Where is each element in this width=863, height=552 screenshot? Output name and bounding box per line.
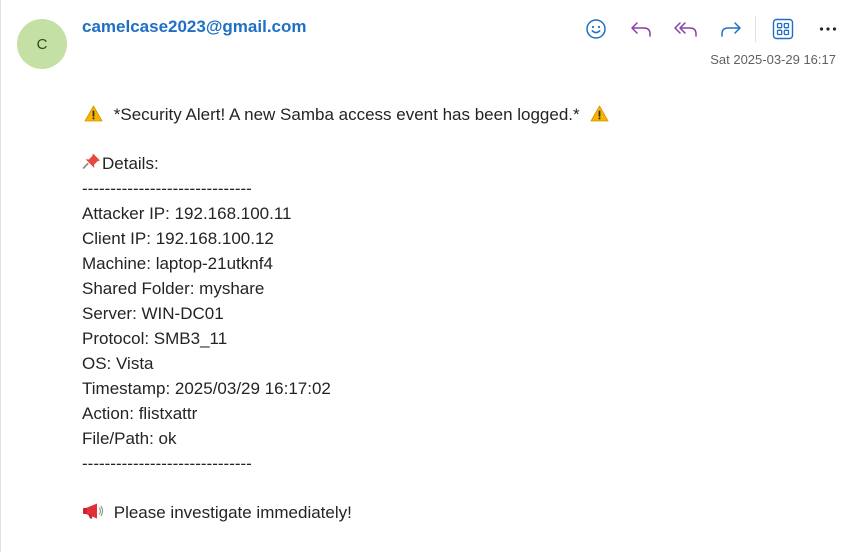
details-heading-line: Details: [82,151,609,176]
more-icon [819,27,837,31]
pushpin-icon [82,153,100,169]
details-heading: Details: [102,154,159,173]
megaphone-icon [83,503,104,519]
warning-icon [84,105,103,122]
received-date: Sat 2025-03-29 16:17 [710,52,836,67]
reply-icon [631,22,651,37]
toolbar-divider [755,16,756,42]
detail-protocol: Protocol: SMB3_11 [82,329,228,348]
message-toolbar [578,14,846,44]
detail-server: Server: WIN-DC01 [82,304,224,323]
message-body: *Security Alert! A new Samba access even… [82,102,609,525]
alert-text: *Security Alert! A new Samba access even… [113,105,580,124]
reaction-button[interactable] [578,14,614,44]
detail-attacker-ip: Attacker IP: 192.168.100.11 [82,204,292,223]
reply-all-button[interactable] [668,14,704,44]
detail-shared-folder: Shared Folder: myshare [82,279,265,298]
warning-icon [590,105,609,122]
avatar[interactable]: C [17,19,67,69]
forward-button[interactable] [713,14,749,44]
detail-timestamp: Timestamp: 2025/03/29 16:17:02 [82,379,331,398]
separator-bottom: ------------------------------ [82,454,252,473]
closing-line: Please investigate immediately! [82,500,609,525]
sender-address[interactable]: camelcase2023@gmail.com [82,17,307,37]
smiley-icon [586,19,606,39]
apps-button[interactable] [765,14,801,44]
more-options-button[interactable] [810,14,846,44]
detail-action: Action: flistxattr [82,404,198,423]
detail-file-path: File/Path: ok [82,429,177,448]
reply-all-icon [674,22,697,37]
apps-icon [772,18,794,40]
left-border [0,0,1,552]
separator-top: ------------------------------ [82,179,252,198]
detail-os: OS: Vista [82,354,154,373]
reply-button[interactable] [623,14,659,44]
detail-machine: Machine: laptop-21utknf4 [82,254,273,273]
forward-icon [721,22,741,37]
alert-line: *Security Alert! A new Samba access even… [82,102,609,127]
detail-client-ip: Client IP: 192.168.100.12 [82,229,274,248]
avatar-initial: C [36,35,48,53]
closing-text: Please investigate immediately! [113,503,352,522]
